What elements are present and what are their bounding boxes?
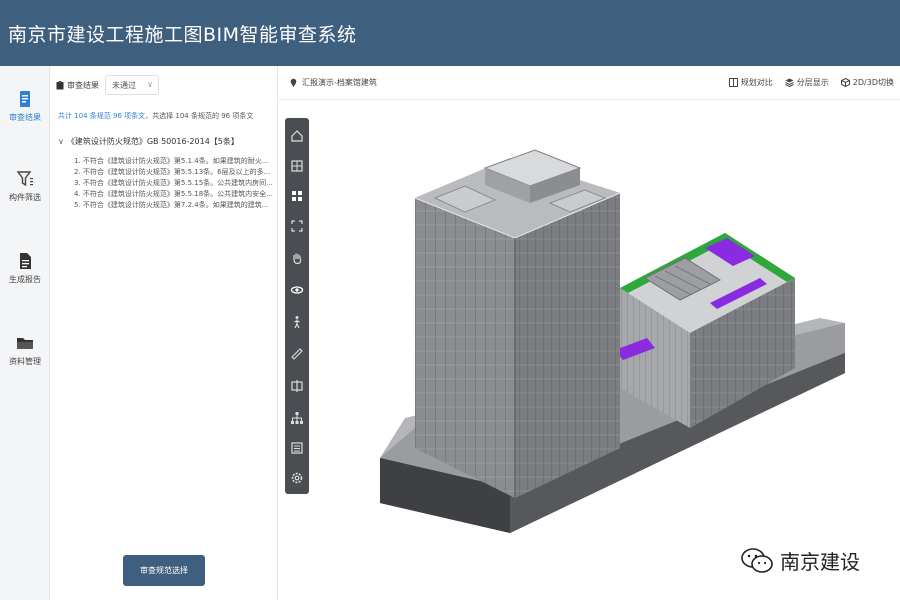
- measure-button[interactable]: [285, 342, 309, 366]
- side-navigation: 审查结果 构件筛选 生成报告 资料管理: [0, 66, 50, 600]
- nav-item-review-results[interactable]: 审查结果: [0, 90, 50, 150]
- walk-icon: [294, 316, 300, 329]
- list-item[interactable]: 5. 不符合《建筑设计防火规范》第7.2.4条。如果建筑的建筑...: [74, 200, 274, 211]
- tool-label: 2D/3D切换: [852, 78, 894, 87]
- home-icon: [291, 130, 303, 142]
- orbit-button[interactable]: [285, 278, 309, 302]
- report-icon: [20, 253, 31, 269]
- box-select-icon: [291, 160, 303, 172]
- nav-item-generate-report[interactable]: 生成报告: [0, 252, 50, 312]
- compare-plan-button[interactable]: 规划对比: [728, 77, 773, 88]
- filter-label: 审查结果: [67, 80, 99, 90]
- code-title: 《建筑设计防火规范》GB 50016-2014【5条】: [66, 137, 239, 146]
- bim-building-model[interactable]: [375, 128, 850, 548]
- tree-structure-icon: [291, 412, 303, 424]
- properties-icon: [291, 442, 303, 454]
- result-status-select[interactable]: 未通过 ∨: [105, 75, 159, 95]
- dimension-toggle-button[interactable]: 2D/3D切换: [840, 77, 894, 88]
- fit-view-icon: [291, 220, 303, 232]
- location-pin-icon: [290, 78, 297, 87]
- wechat-icon: [741, 547, 773, 573]
- review-summary: 共计 104 条规范 96 项条文，共选择 104 条规范的 96 项条文: [58, 111, 273, 121]
- chevron-down-icon: ∨: [58, 137, 64, 146]
- results-panel: 审查结果 未通过 ∨ 共计 104 条规范 96 项条文，共选择 104 条规范…: [50, 66, 278, 600]
- pan-button[interactable]: [285, 246, 309, 270]
- nav-item-component-filter[interactable]: 构件筛选: [0, 170, 50, 230]
- walk-mode-button[interactable]: [285, 310, 309, 334]
- model-tree-button[interactable]: [285, 406, 309, 430]
- orbit-icon: [290, 286, 304, 294]
- summary-rest: 共选择 104 条规范的 96 项条文: [152, 112, 254, 120]
- nav-label: 审查结果: [9, 113, 41, 122]
- grid-view-icon: [292, 191, 302, 201]
- pan-hand-icon: [293, 253, 302, 265]
- settings-button[interactable]: [285, 466, 309, 490]
- summary-prefix: 共计 104 条规范 96 项条文，: [58, 112, 153, 120]
- viewer-tool-strip: [285, 118, 309, 494]
- layer-display-button[interactable]: 分层显示: [785, 77, 829, 88]
- compare-icon: [728, 78, 738, 87]
- violation-list: 1. 不符合《建筑设计防火规范》第5.1.4条。如果建筑的耐火... 2. 不符…: [74, 156, 274, 211]
- tool-label: 规划对比: [740, 78, 773, 87]
- fit-view-button[interactable]: [285, 214, 309, 238]
- grid-view-button[interactable]: [285, 184, 309, 208]
- cube-icon: [840, 78, 850, 87]
- list-item[interactable]: 1. 不符合《建筑设计防火规范》第5.1.4条。如果建筑的耐火...: [74, 156, 274, 167]
- viewer-toolbar: 汇报演示-档案馆建筑 规划对比 分层显示 2D/3D切换: [279, 66, 900, 100]
- section-icon: [291, 380, 303, 392]
- title-bar: 南京市建设工程施工图BIM智能审查系统: [0, 0, 900, 66]
- list-item[interactable]: 4. 不符合《建筑设计防火规范》第5.5.18条。公共建筑内安全...: [74, 189, 274, 200]
- box-select-button[interactable]: [285, 154, 309, 178]
- properties-button[interactable]: [285, 436, 309, 460]
- list-item[interactable]: 2. 不符合《建筑设计防火规范》第5.5.13条。6层及以上的多...: [74, 167, 274, 178]
- clipboard-icon: [56, 80, 64, 89]
- view-tools: 规划对比 分层显示 2D/3D切换: [717, 77, 894, 88]
- nav-label: 资料管理: [9, 357, 41, 366]
- section-button[interactable]: [285, 374, 309, 398]
- filter-icon: [16, 171, 33, 187]
- select-value: 未通过: [112, 80, 136, 90]
- breadcrumb: 汇报演示-档案馆建筑: [289, 77, 377, 88]
- project-name: 汇报演示-档案馆建筑: [302, 78, 377, 87]
- app-title: 南京市建设工程施工图BIM智能审查系统: [8, 24, 357, 46]
- settings-icon: [291, 472, 303, 484]
- nav-label: 生成报告: [9, 275, 41, 284]
- watermark-text: 南京建设: [780, 550, 860, 574]
- folder-icon: [17, 338, 33, 349]
- home-view-button[interactable]: [285, 124, 309, 148]
- list-item[interactable]: 3. 不符合《建筑设计防火规范》第5.5.15条。公共建筑内房间...: [74, 178, 274, 189]
- layers-icon: [785, 78, 794, 87]
- nav-item-data-management[interactable]: 资料管理: [0, 334, 50, 394]
- nav-label: 构件筛选: [9, 193, 41, 202]
- select-code-button[interactable]: 审查规范选择: [123, 555, 205, 586]
- measure-icon: [291, 348, 303, 360]
- chevron-down-icon: ∨: [147, 80, 153, 89]
- wechat-watermark: 南京建设: [740, 546, 860, 575]
- tool-label: 分层显示: [796, 78, 829, 87]
- result-filter-row: 审查结果 未通过 ∨: [56, 74, 272, 96]
- document-icon: [20, 91, 30, 107]
- code-tree-root[interactable]: ∨ 《建筑设计防火规范》GB 50016-2014【5条】: [58, 136, 273, 147]
